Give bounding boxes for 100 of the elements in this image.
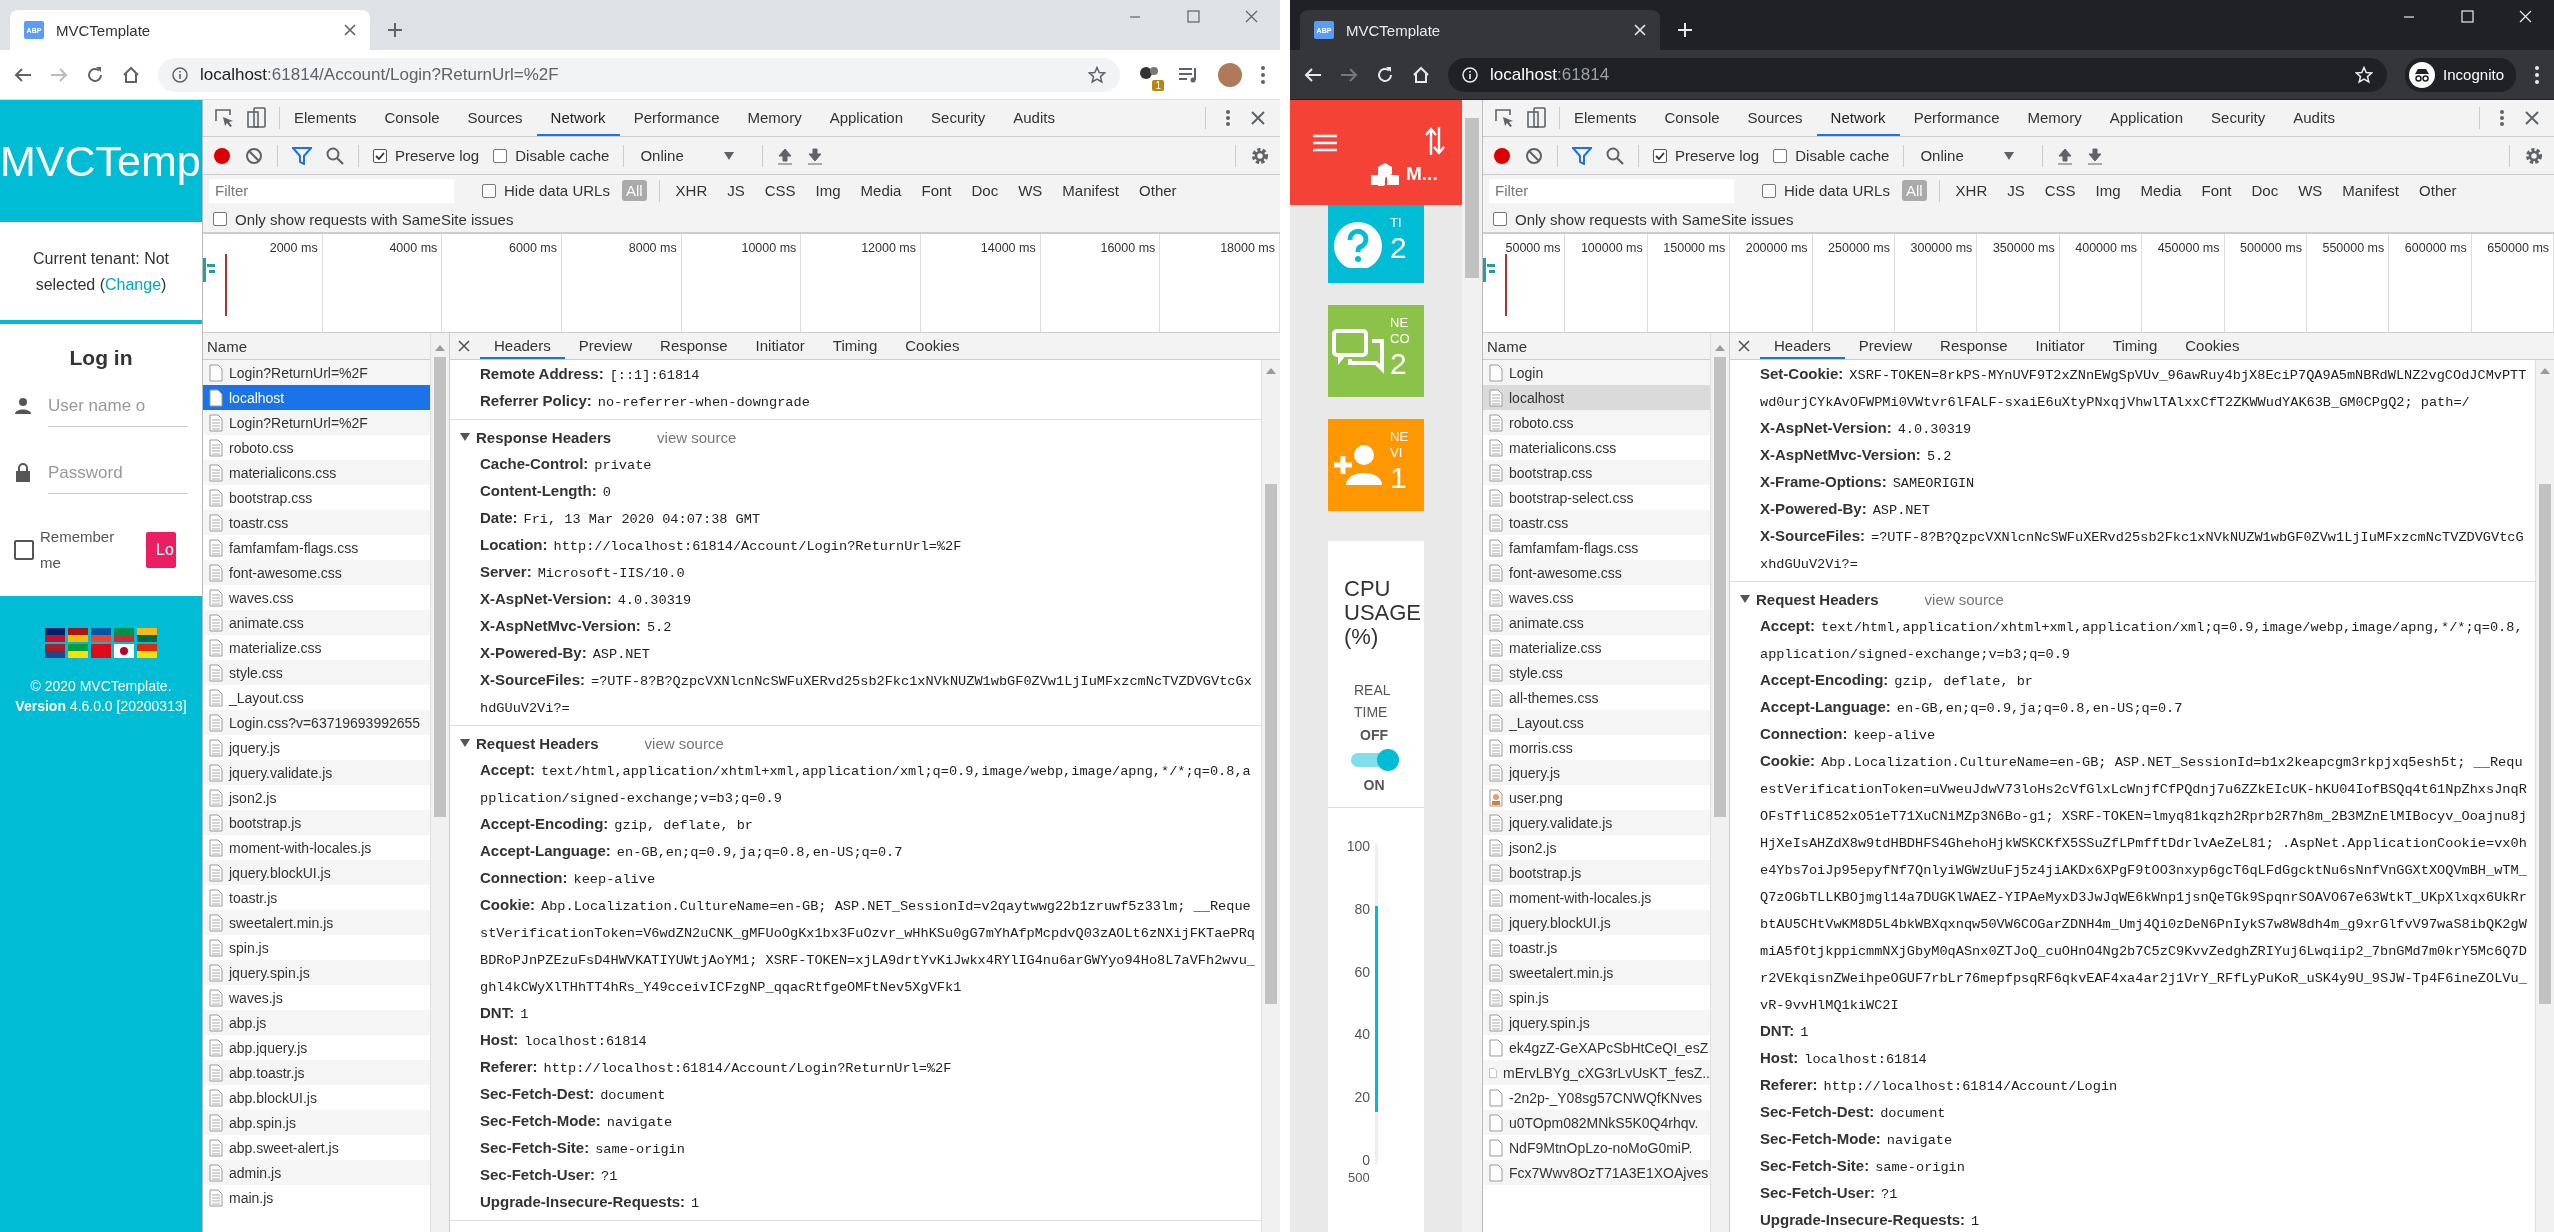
filter-field[interactable]: Filter (1489, 178, 1734, 203)
incognito-button[interactable]: Incognito (2405, 57, 2516, 92)
request-row[interactable]: abp.toastr.js (203, 1060, 430, 1085)
upload-icon[interactable] (777, 146, 794, 165)
type-filter[interactable]: WS (2294, 180, 2327, 201)
details-tab[interactable]: Initiator (741, 333, 819, 359)
login-button[interactable]: Lo (146, 532, 176, 568)
checkbox[interactable] (213, 212, 227, 226)
download-icon[interactable] (2087, 146, 2104, 165)
back-arrow-icon[interactable] (14, 65, 32, 84)
request-row[interactable]: materialicons.css (203, 460, 430, 485)
flag-icon[interactable] (68, 628, 88, 642)
request-row[interactable]: materialicons.css (1483, 435, 1710, 460)
devtools-tab[interactable]: Sources (1733, 100, 1817, 136)
type-filter[interactable]: WS (1014, 180, 1047, 201)
request-row[interactable]: abp.blockUI.js (203, 1085, 430, 1110)
request-row[interactable]: famfamfam-flags.css (203, 535, 430, 560)
details-tab[interactable]: Cookies (891, 333, 974, 359)
column-header[interactable]: Name (1483, 333, 1710, 360)
devtools-tab[interactable]: Sources (453, 100, 537, 136)
star-icon[interactable] (1088, 65, 1106, 84)
type-filter[interactable]: XHR (671, 180, 712, 201)
request-row[interactable]: admin.js (203, 1160, 430, 1185)
details-tab[interactable]: Preview (1844, 333, 1927, 359)
details-tab[interactable]: Preview (564, 333, 647, 359)
throttling-dropdown[interactable]: Online (638, 147, 749, 164)
request-row[interactable]: _Layout.css (203, 685, 430, 710)
type-filter[interactable]: Doc (2247, 180, 2283, 201)
request-row[interactable]: localhost (203, 385, 430, 410)
request-row[interactable]: font-awesome.css (203, 560, 430, 585)
request-row[interactable]: animate.css (203, 610, 430, 635)
request-row[interactable]: waves.css (1483, 585, 1710, 610)
request-row[interactable]: u0TOpm082MNkS5K0Q4rhqv. (1483, 1110, 1710, 1135)
checkbox[interactable] (1653, 148, 1667, 163)
request-row[interactable]: jquery.validate.js (1483, 810, 1710, 835)
scroll-up-icon[interactable] (1266, 366, 1276, 374)
type-filter[interactable]: Manifest (2338, 180, 2404, 201)
reload-icon[interactable] (86, 65, 104, 84)
hamburger-menu-icon[interactable] (1312, 133, 1338, 153)
devtools-tab[interactable]: Memory (2013, 100, 2096, 136)
record-icon[interactable] (213, 146, 231, 165)
menu-icon[interactable] (2534, 64, 2540, 85)
details-tab[interactable]: Cookies (2171, 333, 2254, 359)
type-filter[interactable]: Font (2197, 180, 2236, 201)
request-row[interactable]: morris.css (1483, 735, 1710, 760)
flag-icon[interactable] (68, 644, 88, 658)
type-filter[interactable]: CSS (2040, 180, 2080, 201)
request-row[interactable]: -2n2p-_Y08sg57CNWQfKNves (1483, 1085, 1710, 1110)
request-row[interactable]: style.css (1483, 660, 1710, 685)
devtools-tab[interactable]: Audits (2279, 100, 2349, 136)
request-row[interactable]: abp.jquery.js (203, 1035, 430, 1060)
type-filter[interactable]: Doc (967, 180, 1003, 201)
devtools-tab[interactable]: Memory (733, 100, 816, 136)
request-row[interactable]: bootstrap.js (203, 810, 430, 835)
devtools-tab[interactable]: Performance (1899, 100, 2014, 136)
request-row[interactable]: jquery.js (1483, 760, 1710, 785)
details-tab[interactable]: Headers (480, 333, 565, 359)
request-row[interactable]: abp.js (203, 1010, 430, 1035)
request-row[interactable]: all-themes.css (1483, 685, 1710, 710)
request-row[interactable]: toastr.css (203, 510, 430, 535)
device-toolbar-icon[interactable] (247, 107, 267, 129)
request-row[interactable]: toastr.js (1483, 935, 1710, 960)
devtools-tab[interactable]: Console (370, 100, 454, 136)
request-row[interactable]: ek4gzZ-GeXAPcSbHtCeQI_esZ (1483, 1035, 1710, 1060)
request-row[interactable]: toastr.css (1483, 510, 1710, 535)
section-header[interactable]: Response Headers (460, 428, 612, 446)
type-filter[interactable]: Media (856, 180, 906, 201)
scrollbar-thumb[interactable] (1714, 357, 1726, 817)
close-icon[interactable] (2524, 110, 2540, 126)
devtools-tab[interactable]: Elements (280, 100, 371, 136)
request-row[interactable]: famfamfam-flags.css (1483, 535, 1710, 560)
username-field[interactable]: User name o (48, 384, 188, 427)
devtools-tab[interactable]: Application (2095, 100, 2198, 136)
type-filter[interactable]: Img (811, 180, 845, 201)
request-row[interactable]: style.css (203, 660, 430, 685)
request-row[interactable]: jquery.spin.js (203, 960, 430, 985)
type-filter[interactable]: Other (2415, 180, 2461, 201)
home-icon[interactable] (122, 65, 140, 84)
checkbox[interactable] (1493, 212, 1507, 226)
scrollbar-thumb[interactable] (1465, 118, 1479, 278)
request-row[interactable]: materialize.css (1483, 635, 1710, 660)
profile-avatar[interactable] (1218, 62, 1242, 87)
request-row[interactable]: animate.css (1483, 610, 1710, 635)
checkbox[interactable] (14, 540, 34, 560)
close-icon[interactable] (1738, 340, 1750, 352)
request-row[interactable]: jquery.blockUI.js (203, 860, 430, 885)
request-row[interactable]: Login.css?v=63719693992655 (203, 710, 430, 735)
request-row[interactable]: jquery.spin.js (1483, 1010, 1710, 1035)
devtools-tab[interactable]: Security (917, 100, 1000, 136)
request-row[interactable]: roboto.css (1483, 410, 1710, 435)
devtools-tab[interactable]: Console (1650, 100, 1734, 136)
devtools-tab[interactable]: Application (815, 100, 918, 136)
close-icon[interactable] (344, 24, 356, 36)
details-tab[interactable]: Initiator (2021, 333, 2099, 359)
view-source-link[interactable]: view source (657, 428, 737, 446)
scroll-up-icon[interactable] (1715, 343, 1725, 351)
record-icon[interactable] (1493, 146, 1511, 165)
devtools-tab[interactable]: Elements (1560, 100, 1651, 136)
type-filter[interactable]: Media (2136, 180, 2186, 201)
type-filter[interactable]: XHR (1951, 180, 1992, 201)
